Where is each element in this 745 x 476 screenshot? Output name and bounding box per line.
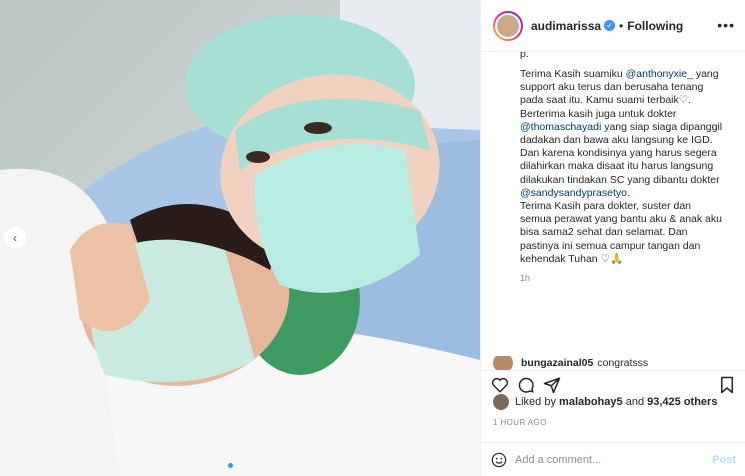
following-button[interactable]: Following: [627, 19, 683, 33]
share-button[interactable]: [541, 374, 563, 396]
post-sidebar: audimarissa ✓ • Following ••• p. Terima …: [480, 0, 745, 476]
caption-paragraph-2: Terima Kasih para dokter, suster dan sem…: [520, 200, 722, 265]
comment-input[interactable]: Add a comment...: [515, 454, 712, 466]
caption-text: .: [626, 186, 630, 199]
heart-icon: [491, 377, 509, 393]
profile-avatar[interactable]: [493, 10, 523, 41]
likes-summary: Liked by malabohay5 and 93,425 others: [493, 394, 738, 410]
mention-link[interactable]: @sandysandyprasetyo: [520, 187, 627, 199]
bookmark-icon: [721, 376, 733, 393]
liker-username[interactable]: malabohay5: [559, 396, 623, 408]
comment-text: congratsss: [597, 357, 649, 369]
caption-fragment: p.: [520, 52, 529, 60]
comment-icon: [518, 377, 534, 393]
carousel-dots: [228, 463, 242, 468]
likes-count[interactable]: 93,425 others: [647, 396, 717, 408]
mention-link[interactable]: @anthonyxie_: [626, 68, 693, 80]
likes-prefix: Liked by: [515, 396, 556, 408]
comment-item: bungazainal05 congratsss: [493, 356, 738, 370]
caption-paragraph-1: Terima Kasih suamiku @anthonyxie_ yang s…: [520, 68, 725, 200]
header-username[interactable]: audimarissa: [531, 19, 601, 33]
caption-time[interactable]: 1h: [520, 272, 725, 285]
save-button[interactable]: [716, 374, 738, 396]
header-separator: •: [619, 18, 624, 33]
more-horizontal-icon[interactable]: •••: [717, 17, 735, 33]
send-icon: [543, 377, 561, 393]
instagram-post: ‹ audimarissa ✓ • Following ••• p. Terim…: [0, 0, 745, 476]
verified-badge-icon: ✓: [604, 20, 616, 31]
comment-button[interactable]: [515, 374, 537, 396]
carousel-dot-active: [228, 463, 233, 468]
chevron-left-icon: ‹: [13, 231, 17, 245]
post-header: audimarissa ✓ • Following •••: [481, 0, 745, 52]
post-image: [0, 0, 480, 476]
add-comment-bar: Add a comment... Post: [481, 442, 745, 476]
comment-username[interactable]: bungazainal05: [521, 357, 593, 369]
comment-avatar[interactable]: [493, 356, 513, 370]
emoji-icon[interactable]: [491, 452, 507, 468]
liker-avatar[interactable]: [493, 394, 509, 410]
post-timestamp[interactable]: 1 HOUR AGO: [493, 418, 547, 427]
likes-middle: and: [625, 396, 645, 408]
post-comment-button[interactable]: Post: [712, 454, 736, 466]
like-button[interactable]: [489, 374, 511, 396]
caption-text: Terima Kasih suamiku: [520, 68, 626, 80]
post-photo[interactable]: ‹: [0, 0, 480, 476]
post-caption: p. Terima Kasih suamiku @anthonyxie_ yan…: [520, 52, 725, 348]
carousel-prev-button[interactable]: ‹: [4, 227, 26, 249]
carousel-dot: [237, 463, 242, 468]
mention-link[interactable]: @thomaschayadi: [520, 121, 601, 133]
